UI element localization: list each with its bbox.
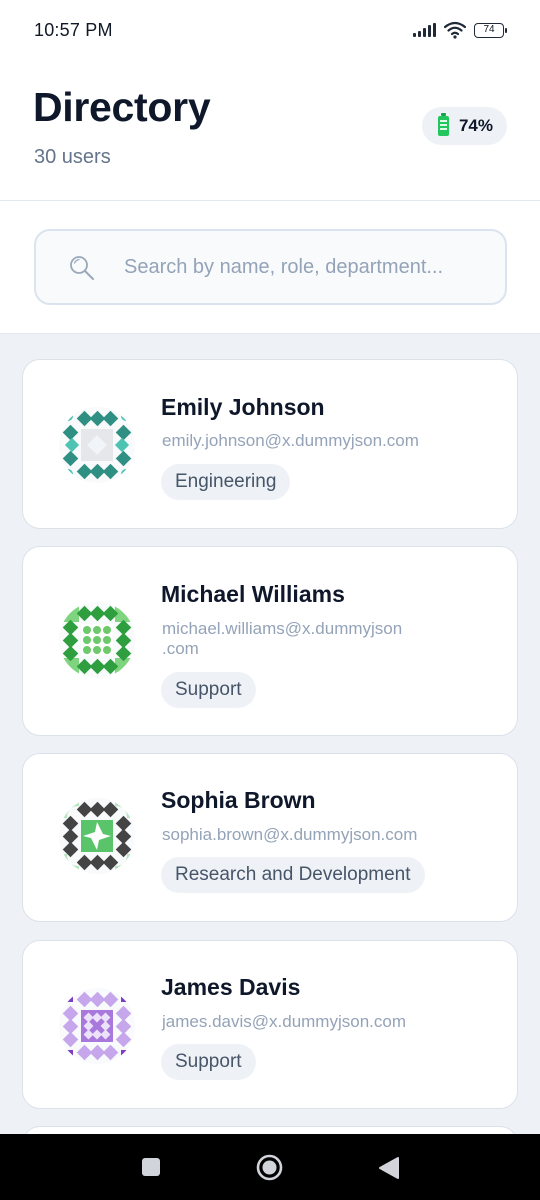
user-card[interactable]: Michael Williams michael.williams@x.dumm…	[22, 546, 518, 736]
wifi-icon	[444, 21, 466, 39]
search-icon	[70, 256, 94, 280]
battery-badge-label: 74%	[458, 116, 493, 135]
battery-badge: 74%	[421, 107, 507, 145]
avatar	[59, 602, 135, 678]
user-name: James Davis	[161, 974, 301, 1000]
header: Directory 30 users 74%	[0, 60, 540, 201]
recents-icon[interactable]	[141, 1157, 161, 1177]
back-icon[interactable]	[378, 1156, 400, 1180]
department-badge: Support	[161, 1044, 256, 1080]
search-box[interactable]	[34, 229, 507, 305]
avatar	[59, 988, 135, 1064]
user-count: 30 users	[34, 146, 111, 168]
search-input[interactable]	[124, 231, 494, 303]
navigation-bar	[0, 1134, 540, 1200]
user-name: Emily Johnson	[161, 394, 325, 420]
signal-icon	[413, 23, 436, 37]
user-email: emily.johnson@x.dummyjson.com	[162, 431, 419, 450]
user-name: Michael Williams	[161, 581, 345, 607]
user-card[interactable]: Emily Johnson emily.johnson@x.dummyjson.…	[22, 359, 518, 529]
user-email: michael.williams@x.dummyjson .com	[162, 619, 403, 658]
avatar	[59, 798, 135, 874]
status-bar: 10:57 PM 74	[0, 0, 540, 60]
status-time: 10:57 PM	[34, 19, 113, 40]
search-section	[0, 201, 540, 334]
department-badge: Research and Development	[161, 857, 425, 893]
status-icons: 74	[413, 21, 507, 39]
battery-icon	[437, 113, 449, 136]
user-card[interactable]: Sophia Brown sophia.brown@x.dummyjson.co…	[22, 753, 518, 922]
user-email: james.davis@x.dummyjson.com	[162, 1012, 406, 1031]
department-badge: Engineering	[161, 464, 291, 500]
user-name: Sophia Brown	[161, 787, 316, 813]
page-title: Directory	[33, 84, 211, 130]
home-icon[interactable]	[256, 1154, 283, 1181]
department-badge: Support	[161, 672, 256, 708]
user-card[interactable]: James Davis james.davis@x.dummyjson.com …	[22, 940, 518, 1109]
user-email: sophia.brown@x.dummyjson.com	[162, 825, 418, 844]
system-battery-icon: 74	[474, 22, 507, 38]
avatar	[59, 407, 135, 483]
